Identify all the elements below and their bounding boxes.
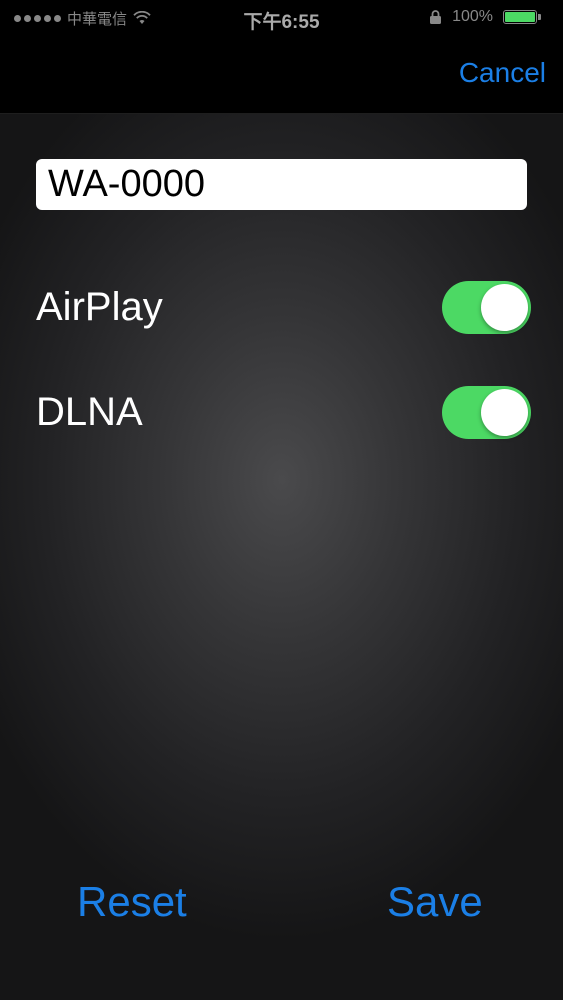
cancel-button[interactable]: Cancel	[459, 57, 546, 89]
status-right: 100%	[429, 8, 541, 26]
airplay-toggle[interactable]	[442, 281, 531, 334]
device-settings-screen: 中華電信 下午6:55 100% Cancel AirPlay	[0, 0, 563, 1000]
toggle-knob	[481, 284, 528, 331]
dlna-toggle[interactable]	[442, 386, 531, 439]
orientation-lock-icon	[430, 9, 442, 24]
battery-fill	[505, 12, 535, 22]
battery-percent: 100%	[452, 8, 493, 25]
dlna-label: DLNA	[36, 390, 143, 434]
navigation-bar: Cancel	[0, 36, 563, 114]
battery-icon	[503, 10, 541, 24]
toggle-knob	[481, 389, 528, 436]
reset-button[interactable]: Reset	[77, 878, 187, 926]
airplay-label: AirPlay	[36, 285, 163, 329]
save-button[interactable]: Save	[387, 878, 483, 926]
device-name-input[interactable]	[36, 159, 527, 210]
status-bar: 中華電信 下午6:55 100%	[0, 0, 563, 36]
airplay-row: AirPlay	[36, 281, 531, 337]
dlna-row: DLNA	[36, 386, 531, 442]
